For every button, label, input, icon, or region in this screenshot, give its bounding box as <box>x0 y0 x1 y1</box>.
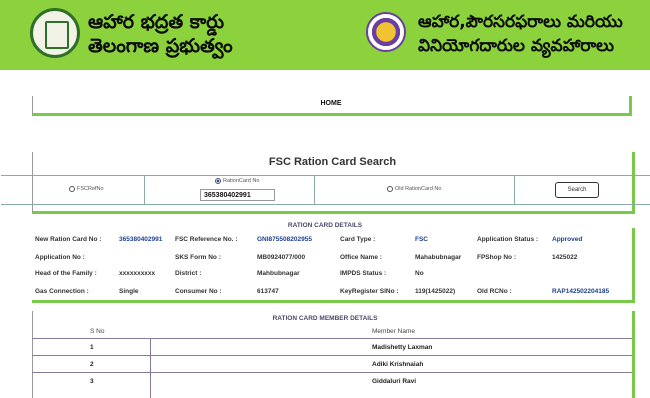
detail-value: GNI875508202955 <box>257 236 312 243</box>
nav-bar: HOME <box>32 96 632 116</box>
header-left-title: ఆహార భద్రత కార్డు తెలంగాణ ప్రభుత్వం <box>88 10 233 58</box>
table-row: 2 Adiki Krishnaiah <box>32 355 632 372</box>
search-button[interactable]: Search <box>555 182 599 198</box>
detail-label: Office Name : <box>340 254 382 261</box>
detail-value: 365380402991 <box>119 236 163 243</box>
detail-value: Mahabubnagar <box>415 254 462 261</box>
old-rationcard-radio-option[interactable]: Old RationCard No <box>387 186 441 192</box>
rationcard-radio-label: RationCard No <box>223 178 260 184</box>
detail-value: MB0924077/000 <box>257 254 306 261</box>
detail-label: Gas Connection : <box>35 288 89 295</box>
detail-label: FPShop No : <box>477 254 516 261</box>
member-name: Adiki Krishnaiah <box>372 361 424 368</box>
telangana-emblem-icon <box>30 8 80 58</box>
fscrefno-radio-option[interactable]: FSCRefNo <box>69 186 104 192</box>
detail-label: Application Status : <box>477 236 539 243</box>
detail-label: Head of the Family : <box>35 270 97 277</box>
detail-label: Application No : <box>35 254 85 261</box>
header-left-line2: తెలంగాణ ప్రభుత్వం <box>88 35 233 57</box>
detail-label: IMPDS Status : <box>340 270 387 277</box>
header-right-line2: వినియోగదారుల వ్యవహారాలు <box>418 36 615 56</box>
detail-label: Card Type : <box>340 236 376 243</box>
member-name: Madishetty Laxman <box>372 344 433 351</box>
detail-value: Approved <box>552 236 583 243</box>
fscrefno-radio[interactable] <box>69 186 75 192</box>
detail-value: Single <box>119 288 139 295</box>
rationcard-radio-option[interactable]: RationCard No <box>215 178 259 184</box>
civil-supplies-emblem-icon <box>366 12 406 52</box>
old-rationcard-radio[interactable] <box>387 186 393 192</box>
detail-value: No <box>415 270 424 277</box>
member-title: RATION CARD MEMBER DETAILS <box>272 315 378 322</box>
member-sno: 1 <box>90 344 94 351</box>
detail-label: FSC Reference No. : <box>175 236 238 243</box>
member-name: Giddaluri Ravi <box>372 378 417 385</box>
detail-label: New Ration Card No : <box>35 236 102 243</box>
member-name-header: Member Name <box>372 328 415 335</box>
detail-label: Old RCNo : <box>477 288 512 295</box>
home-link[interactable]: HOME <box>33 100 629 107</box>
header-right-title: ఆహార,పౌరసరఫరాలు మరియు వినియోగదారుల వ్యవహ… <box>418 10 623 58</box>
detail-value: 1425022 <box>552 254 578 261</box>
search-option-cell-fscrefno: FSCRefNo <box>35 176 145 204</box>
table-row: 3 Giddaluri Ravi <box>32 372 632 389</box>
detail-label: KeyRegister SlNo : <box>340 288 399 295</box>
member-table-header: S No Member Name <box>32 328 632 338</box>
detail-value: xxxxxxxxxx <box>119 270 156 277</box>
table-row: 1 Madishetty Laxman <box>32 338 632 355</box>
site-header: ఆహార భద్రత కార్డు తెలంగాణ ప్రభుత్వం ఆహార… <box>0 0 650 70</box>
detail-value: RAP142502204185 <box>552 288 610 295</box>
ration-card-input[interactable] <box>200 189 275 201</box>
old-rationcard-radio-label: Old RationCard No <box>395 186 442 192</box>
detail-label: District : <box>175 270 202 277</box>
search-panel: FSC Ration Card Search FSCRefNo RationCa… <box>1 152 650 214</box>
detail-label: SKS Form No : <box>175 254 221 261</box>
sno-header: S No <box>90 328 105 335</box>
detail-label: Consumer No : <box>175 288 222 295</box>
search-option-cell-oldrationcard: Old RationCard No <box>315 176 515 204</box>
search-option-cell-rationcard: RationCard No <box>145 176 315 204</box>
header-right-line1: ఆహార,పౌరసరఫరాలు మరియు <box>418 12 623 32</box>
header-left-line1: ఆహార భద్రత కార్డు <box>88 11 225 33</box>
search-button-cell: Search <box>515 176 632 204</box>
search-options-row: FSCRefNo RationCard No Old RationCard No… <box>1 175 650 205</box>
search-title: FSC Ration Card Search <box>268 156 397 168</box>
detail-value: 613747 <box>257 288 279 295</box>
rationcard-radio[interactable] <box>215 178 221 184</box>
detail-value: Mahbubnagar <box>257 270 300 277</box>
fscrefno-radio-label: FSCRefNo <box>77 186 104 192</box>
member-sno: 2 <box>90 361 94 368</box>
member-sno: 3 <box>90 378 94 385</box>
detail-value: 119(1425022) <box>415 288 456 295</box>
detail-value: FSC <box>415 236 428 243</box>
